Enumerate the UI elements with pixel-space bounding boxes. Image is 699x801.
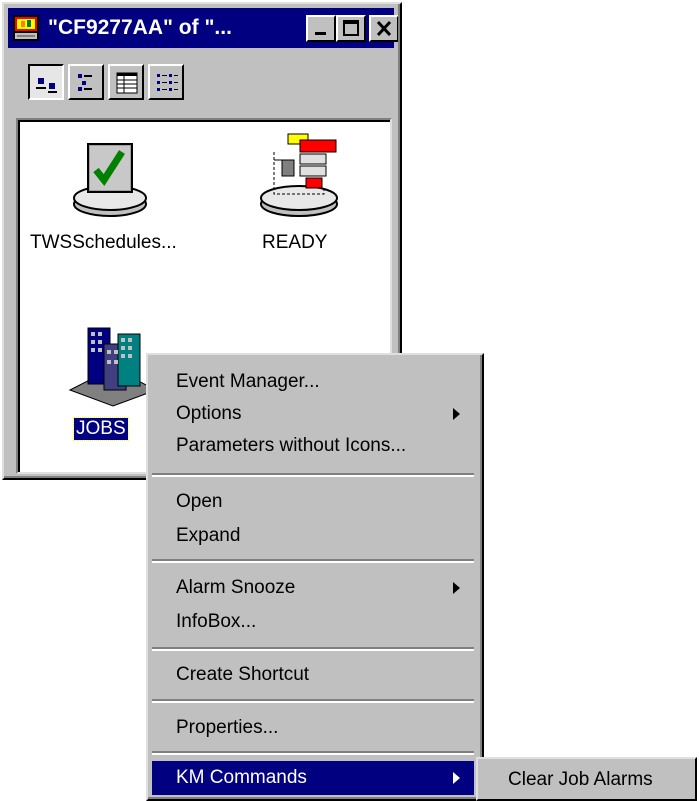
minimize-icon: [315, 32, 326, 35]
menu-separator: [152, 559, 474, 563]
context-menu: Event Manager... Options Parameters with…: [146, 353, 484, 801]
menu-item-open[interactable]: Open: [152, 485, 474, 519]
checkmark-server-icon: [73, 143, 147, 217]
icon-label: JOBS: [73, 417, 129, 441]
list-view-button[interactable]: [148, 64, 184, 100]
status-flowchart-icon: [260, 133, 338, 217]
ready-item[interactable]: [254, 130, 344, 225]
menu-item-expand[interactable]: Expand: [152, 519, 474, 553]
maximize-icon: [343, 20, 359, 36]
menu-separator: [152, 699, 474, 703]
menu-item-create-shortcut[interactable]: Create Shortcut: [152, 658, 474, 692]
icon-label: TWSSchedules...: [30, 232, 177, 253]
chevron-right-icon: [453, 772, 460, 784]
chevron-right-icon: [453, 582, 460, 594]
menu-item-event-manager[interactable]: Event Manager...: [152, 365, 474, 399]
km-commands-submenu: Clear Job Alarms: [476, 757, 697, 801]
menu-item-parameters-without-icons[interactable]: Parameters without Icons...: [152, 429, 474, 463]
menu-item-km-commands[interactable]: KM Commands: [152, 761, 474, 795]
icon-label: READY: [262, 232, 328, 253]
close-icon: [376, 20, 392, 37]
app-icon: [13, 15, 39, 41]
large-icons-view-icon: [36, 78, 57, 93]
large-icons-view-button[interactable]: [28, 64, 64, 100]
details-view-button[interactable]: [108, 64, 144, 100]
menu-separator: [152, 751, 474, 755]
menu-separator: [152, 647, 474, 651]
list-view-icon: [157, 74, 178, 91]
menu-item-clear-job-alarms[interactable]: Clear Job Alarms: [482, 763, 689, 797]
twsschedules-item[interactable]: [70, 140, 150, 225]
menu-item-alarm-snooze[interactable]: Alarm Snooze: [152, 571, 474, 605]
menu-item-options[interactable]: Options: [152, 397, 474, 431]
jobs-item[interactable]: [68, 318, 158, 413]
small-icons-view-icon: [78, 74, 92, 91]
menu-separator: [152, 473, 474, 477]
details-view-icon: [116, 72, 138, 94]
minimize-button[interactable]: [306, 15, 336, 42]
small-icons-view-button[interactable]: [68, 64, 104, 100]
menu-item-properties[interactable]: Properties...: [152, 711, 474, 745]
jobs-buildings-icon: [68, 327, 158, 407]
window-title: "CF9277AA" of "...: [48, 16, 232, 39]
menu-item-infobox[interactable]: InfoBox...: [152, 605, 474, 639]
title-bar[interactable]: "CF9277AA" of "...: [8, 8, 399, 48]
close-button[interactable]: [369, 15, 399, 42]
chevron-right-icon: [453, 408, 460, 420]
maximize-button[interactable]: [336, 15, 366, 42]
